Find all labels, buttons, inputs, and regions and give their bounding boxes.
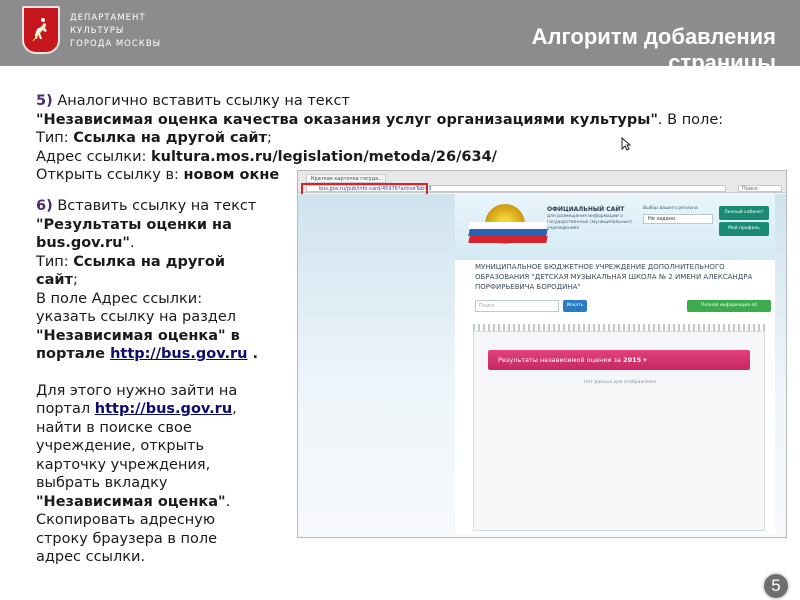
site-search-input: Поиск xyxy=(475,300,559,312)
step6-dot: . xyxy=(130,235,135,251)
step5-number: 5) xyxy=(36,93,53,109)
no-data-message: Нет данных для отображения xyxy=(584,380,656,385)
moscow-emblem-icon xyxy=(22,6,60,54)
step6-intro: Вставить ссылку на текст xyxy=(57,198,257,214)
step6-section: "Независимая оценка" xyxy=(36,327,226,344)
step6-portal-tail: . xyxy=(247,346,259,362)
browser-search-box: Поиск xyxy=(738,185,782,192)
site-search-button: Искать xyxy=(563,300,587,312)
step6-type-tail: ; xyxy=(72,272,78,288)
site-header: ОФИЦИАЛЬНЫЙ САЙТ для размещения информац… xyxy=(455,194,775,260)
horseman-icon xyxy=(32,18,47,42)
site-title: ОФИЦИАЛЬНЫЙ САЙТ xyxy=(547,206,625,213)
cabinet-button: Личный кабинет xyxy=(719,206,769,220)
organization-name: МУНИЦИПАЛЬНОЕ БЮДЖЕТНОЕ УЧРЕЖДЕНИЕ ДОПОЛ… xyxy=(475,263,753,291)
step6-tab-name: "Независимая оценка" xyxy=(36,493,226,510)
slide-number: 5 xyxy=(762,572,790,600)
full-info-button: Полная информация об учреждении xyxy=(687,300,771,320)
step6-number: 6) xyxy=(36,198,53,214)
bus-gov-link-2[interactable]: http://bus.gov.ru xyxy=(95,401,232,417)
independent-assessment-results: Результаты независимой оценки за 2015 ▾ xyxy=(488,350,750,370)
bus-gov-site: ОФИЦИАЛЬНЫЙ САЙТ для размещения информац… xyxy=(455,194,775,534)
step5-type-value: Ссылка на другой сайт xyxy=(73,130,267,146)
step5-intro: Аналогично вставить ссылку на текст xyxy=(57,93,350,109)
results-year: 2015 xyxy=(623,356,642,364)
step5-open-value: новом окне xyxy=(183,167,280,183)
step6-block: 6) Вставить ссылку на текст "Результаты … xyxy=(36,197,266,567)
region-select: Не задано xyxy=(643,214,713,224)
step5-quote-tail: . В поле: xyxy=(657,111,724,128)
mouse-cursor-icon xyxy=(621,137,631,151)
header-banner: ДЕПАРТАМЕНТ КУЛЬТУРЫ ГОРОДА МОСКВЫ Алгор… xyxy=(0,0,800,66)
step5-open-label: Открыть ссылку в: xyxy=(36,167,184,183)
slide-title: Алгоритм добавления страницы xyxy=(531,24,776,66)
browser-tab: Краткая карточка госуда... xyxy=(306,174,386,183)
bus-gov-link[interactable]: http://bus.gov.ru xyxy=(110,346,247,362)
step5-type-label: Тип: xyxy=(36,130,74,146)
site-subtitle: для размещения информации о государствен… xyxy=(547,214,632,231)
bus-gov-screenshot: Краткая карточка госуда... bus.gov.ru/pu… xyxy=(297,170,787,538)
step5-addr-value: kultura.mos.ru/legislation/metoda/26/634… xyxy=(151,148,497,165)
step6-addr-intro: В поле Адрес ссылки: указать ссылку на р… xyxy=(36,290,237,326)
step6-type-label: Тип: xyxy=(36,253,74,270)
step5-addr-label: Адрес ссылки: xyxy=(36,148,151,165)
results-card: Результаты независимой оценки за 2015 ▾ … xyxy=(473,331,765,531)
region-label: Выбор вашего региона xyxy=(643,206,698,211)
russian-flag-icon xyxy=(468,222,548,244)
results-label: Результаты независимой оценки за xyxy=(498,356,621,364)
department-name: ДЕПАРТАМЕНТ КУЛЬТУРЫ ГОРОДА МОСКВЫ xyxy=(70,13,162,49)
profile-button: Мой профиль xyxy=(719,222,769,236)
step5-type-tail: ; xyxy=(267,130,272,146)
step5-quote: "Независимая оценка качества оказания ус… xyxy=(36,111,658,128)
